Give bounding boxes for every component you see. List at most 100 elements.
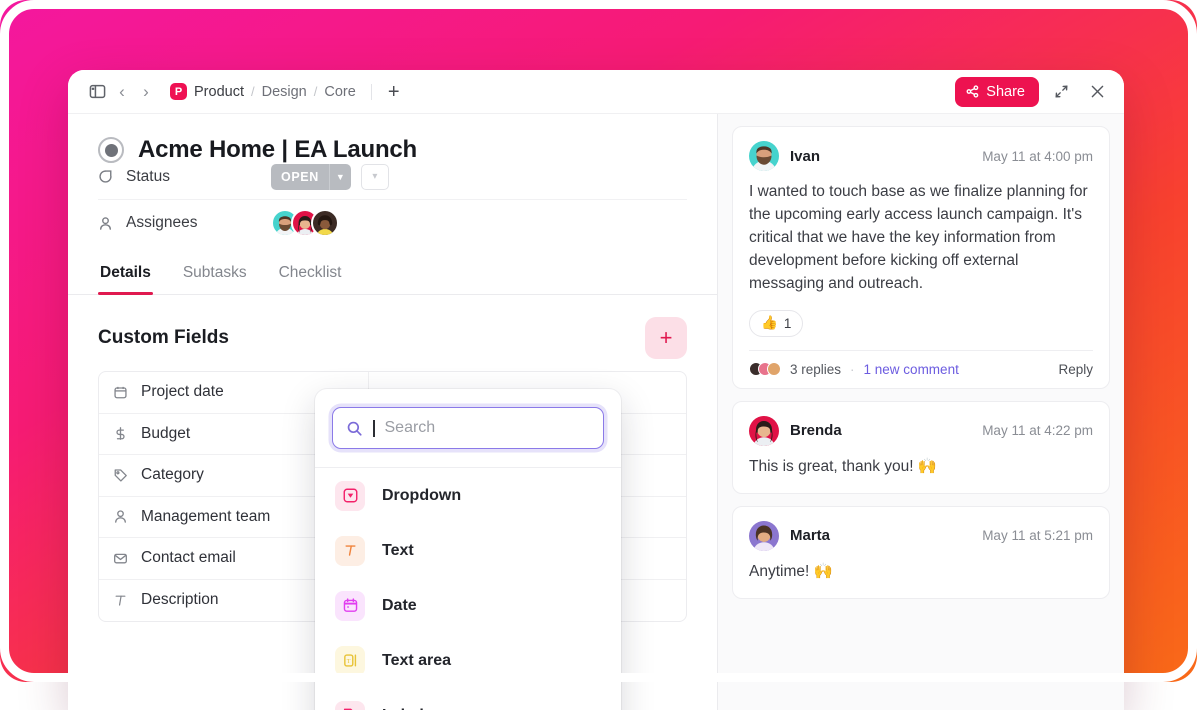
comment-author: Ivan (790, 148, 820, 165)
comments-pane[interactable]: Ivan May 11 at 4:00 pm I wanted to touch… (718, 114, 1124, 710)
reaction-pill[interactable]: 👍 1 (749, 310, 803, 337)
avatar[interactable] (749, 521, 779, 551)
divider (371, 84, 372, 100)
new-comment-link[interactable]: 1 new comment (864, 362, 959, 377)
avatar-face (749, 141, 779, 171)
avatar[interactable] (749, 141, 779, 171)
top-bar: ‹ › P Product / Design / Core + Share (68, 70, 1124, 114)
status-extra-button[interactable]: ▾ (361, 164, 389, 190)
reaction-row: 👍 1 (749, 310, 1093, 350)
custom-fields-header: Custom Fields + (98, 317, 687, 359)
popover-search-area: Search (315, 389, 621, 468)
task-header: Acme Home | EA Launch Status OPEN ▼ ▾ (68, 114, 717, 246)
comment-author: Marta (790, 527, 830, 544)
replies-count[interactable]: 3 replies (790, 362, 841, 377)
custom-fields-title: Custom Fields (98, 327, 229, 349)
field-label: Category (141, 466, 204, 484)
share-button[interactable]: Share (955, 77, 1039, 107)
avatar-face (749, 416, 779, 446)
panel-icon[interactable] (84, 79, 110, 105)
text-area-icon: T (335, 646, 365, 676)
field-type-popover: Search Dropdown (315, 389, 621, 710)
avatar[interactable] (749, 416, 779, 446)
avatar[interactable] (311, 209, 339, 237)
field-label-status: Status (126, 168, 271, 186)
status-badge[interactable]: OPEN (271, 164, 329, 190)
date-icon (335, 591, 365, 621)
comment-header: Marta May 11 at 5:21 pm (749, 521, 1093, 551)
breadcrumb-item-design[interactable]: Design (262, 84, 307, 100)
comment-card: Marta May 11 at 5:21 pm Anytime! 🙌 (732, 506, 1110, 599)
chevron-right-icon[interactable]: › (134, 82, 158, 102)
dollar-icon (113, 426, 129, 441)
comment-header: Ivan May 11 at 4:00 pm (749, 141, 1093, 171)
page-title: Acme Home | EA Launch (138, 136, 417, 164)
comment-text: Anytime! 🙌 (749, 561, 1093, 598)
label-icon (335, 701, 365, 710)
comment-timestamp: May 11 at 4:22 pm (982, 423, 1093, 438)
share-icon (966, 85, 979, 98)
breadcrumb-separator: / (314, 84, 318, 99)
comment-header: Brenda May 11 at 4:22 pm (749, 416, 1093, 446)
person-icon (113, 509, 129, 524)
field-label-assignees: Assignees (126, 214, 271, 232)
envelope-icon (113, 551, 129, 566)
field-label: Budget (141, 425, 190, 443)
breadcrumb-item-product[interactable]: Product (194, 84, 244, 100)
svg-text:T: T (346, 659, 350, 665)
field-label: Project date (141, 383, 224, 401)
avatar (767, 362, 781, 376)
person-icon (98, 216, 126, 231)
assignee-avatars[interactable] (271, 209, 339, 237)
reply-button[interactable]: Reply (1058, 362, 1093, 377)
tab-checklist[interactable]: Checklist (277, 254, 344, 294)
tag-icon (113, 468, 129, 483)
comment-text: I wanted to touch base as we finalize pl… (749, 181, 1093, 310)
field-label: Contact email (141, 549, 236, 567)
status-circle-icon[interactable] (98, 137, 124, 163)
close-icon[interactable] (1083, 78, 1111, 106)
search-placeholder: Search (385, 419, 436, 437)
comment-timestamp: May 11 at 5:21 pm (982, 528, 1093, 543)
text-format-icon (113, 593, 129, 608)
popover-item-label: Dropdown (382, 487, 461, 505)
search-icon (346, 420, 363, 437)
tab-subtasks[interactable]: Subtasks (181, 254, 249, 294)
breadcrumb-separator: / (251, 84, 255, 99)
comment-footer: 3 replies · 1 new comment Reply (749, 350, 1093, 388)
reaction-count: 1 (784, 316, 792, 331)
status-icon (98, 169, 126, 184)
popover-item-text-area[interactable]: T Text area (315, 633, 621, 688)
reply-avatars (749, 362, 781, 376)
popover-item-label: Text area (382, 652, 451, 670)
search-input[interactable]: Search (332, 407, 604, 449)
text-cursor (373, 420, 375, 437)
collapse-arrows-icon[interactable] (1047, 78, 1075, 106)
status-caret-icon[interactable]: ▼ (329, 164, 351, 190)
comment-author: Brenda (790, 422, 842, 439)
app-window: ‹ › P Product / Design / Core + Share (68, 70, 1124, 710)
popover-item-dropdown[interactable]: Dropdown (315, 468, 621, 523)
top-bar-actions: Share (955, 77, 1111, 107)
field-label: Management team (141, 508, 270, 526)
popover-item-label[interactable]: Label (315, 688, 621, 710)
tab-details[interactable]: Details (98, 254, 153, 294)
tab-bar: Details Subtasks Checklist (68, 254, 717, 295)
comment-card: Ivan May 11 at 4:00 pm I wanted to touch… (732, 126, 1110, 389)
calendar-icon (113, 385, 129, 400)
breadcrumb-item-core[interactable]: Core (324, 84, 355, 100)
share-label: Share (986, 84, 1025, 100)
new-tab-button[interactable]: + (385, 82, 403, 102)
popover-item-text[interactable]: Text (315, 523, 621, 578)
task-detail-pane: Acme Home | EA Launch Status OPEN ▼ ▾ (68, 114, 718, 710)
comment-text: This is great, thank you! 🙌 (749, 456, 1093, 493)
add-field-button[interactable]: + (645, 317, 687, 359)
comment-card: Brenda May 11 at 4:22 pm This is great, … (732, 401, 1110, 494)
popover-item-label: Date (382, 597, 417, 615)
popover-item-label: Text (382, 542, 414, 560)
chevron-left-icon[interactable]: ‹ (110, 82, 134, 102)
avatar-face (749, 521, 779, 551)
field-label: Description (141, 591, 219, 609)
comment-timestamp: May 11 at 4:00 pm (982, 149, 1093, 164)
popover-item-date[interactable]: Date (315, 578, 621, 633)
